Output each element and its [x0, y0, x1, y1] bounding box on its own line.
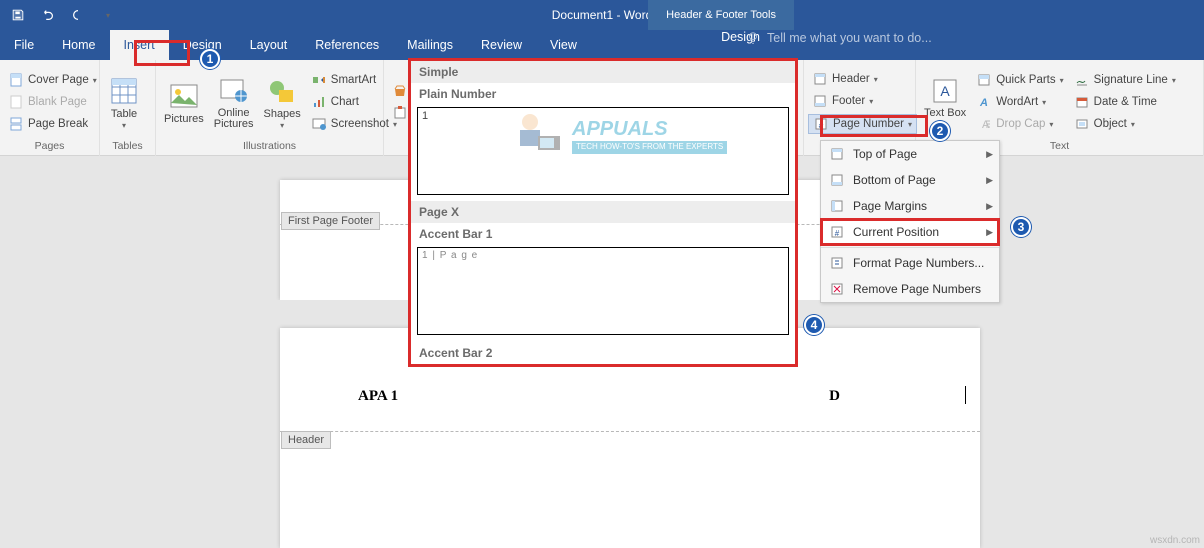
menu-page-margins[interactable]: Page Margins▶: [821, 193, 999, 219]
signature-line-button[interactable]: Signature Line▾: [1070, 71, 1180, 89]
quick-parts-icon: [976, 72, 992, 88]
apa-text: APA 1: [358, 388, 398, 405]
d-text: D: [829, 388, 840, 405]
online-pictures-button[interactable]: Online Pictures: [210, 64, 258, 140]
signature-icon: [1074, 72, 1090, 88]
header-icon: [812, 71, 828, 87]
tab-view[interactable]: View: [536, 30, 591, 60]
text-box-icon: A: [929, 75, 961, 107]
tab-file[interactable]: File: [0, 30, 48, 60]
drop-cap-icon: A: [976, 116, 992, 132]
page-number-button[interactable]: #Page Number▾: [808, 114, 917, 134]
blank-page-button[interactable]: Blank Page: [4, 93, 101, 111]
addins-icon: [392, 105, 408, 121]
wordart-icon: A: [976, 94, 992, 110]
table-icon: [108, 75, 140, 107]
ribbon-tabs: File Home Insert Design Layout Reference…: [0, 30, 1204, 60]
remove-numbers-icon: [829, 281, 845, 297]
marker-4: 4: [804, 315, 824, 335]
marker-3: 3: [1011, 217, 1031, 237]
gallery-section-pagex: Page X: [411, 201, 795, 223]
svg-text:A: A: [940, 83, 950, 99]
page-number-gallery: Simple Plain Number 1 Page X Accent Bar …: [408, 58, 798, 367]
shapes-icon: [266, 75, 298, 107]
tab-layout[interactable]: Layout: [236, 30, 302, 60]
table-button[interactable]: Table▾: [104, 64, 144, 140]
svg-text:#: #: [819, 121, 824, 130]
tab-mailings[interactable]: Mailings: [393, 30, 467, 60]
title-bar: ▾ Document1 - Word Header & Footer Tools: [0, 0, 1204, 30]
svg-text:#: #: [835, 229, 840, 238]
watermark-logo: APPUALS TECH HOW-TO'S FROM THE EXPERTS: [510, 108, 727, 164]
source-watermark: wsxdn.com: [1150, 535, 1200, 546]
gallery-item-plain-label: Plain Number: [411, 83, 795, 105]
quick-parts-button[interactable]: Quick Parts▾: [972, 71, 1067, 89]
bulb-icon: [745, 30, 761, 46]
menu-top-of-page[interactable]: Top of Page▶: [821, 141, 999, 167]
footer-icon: [812, 93, 828, 109]
app-title: Document1 - Word: [552, 8, 652, 22]
svg-text:A: A: [979, 97, 988, 109]
header-button[interactable]: Header▾: [808, 70, 917, 88]
date-icon: [1074, 94, 1090, 110]
page-number-menu: Top of Page▶ Bottom of Page▶ Page Margin…: [820, 140, 1000, 303]
wordart-button[interactable]: AWordArt▾: [972, 93, 1067, 111]
format-numbers-icon: [829, 255, 845, 271]
quick-access-toolbar: ▾: [0, 3, 126, 27]
first-page-footer-tag: First Page Footer: [281, 212, 380, 230]
screenshot-icon: [311, 116, 327, 132]
object-button[interactable]: Object▾: [1070, 115, 1180, 133]
current-position-icon: #: [829, 224, 845, 240]
group-pages: Cover Page▾ Blank Page Page Break Pages: [0, 60, 100, 156]
menu-remove-page-numbers[interactable]: Remove Page Numbers: [821, 276, 999, 302]
cover-page-button[interactable]: Cover Page▾: [4, 71, 101, 89]
group-illustrations: Pictures Online Pictures Shapes▾ SmartAr…: [156, 60, 384, 156]
online-pictures-icon: [218, 75, 250, 107]
page-break-icon: [8, 116, 24, 132]
undo-icon[interactable]: [36, 3, 60, 27]
menu-current-position[interactable]: #Current Position▶: [821, 219, 999, 245]
redo-icon[interactable]: [66, 3, 90, 27]
tab-review[interactable]: Review: [467, 30, 536, 60]
cartoon-icon: [510, 108, 566, 164]
tab-home[interactable]: Home: [48, 30, 109, 60]
page-margins-icon: [829, 198, 845, 214]
shapes-button[interactable]: Shapes▾: [259, 64, 304, 140]
header-tag: Header: [281, 431, 331, 449]
date-time-button[interactable]: Date & Time: [1070, 93, 1180, 111]
drop-cap-button[interactable]: ADrop Cap▾: [972, 115, 1067, 133]
menu-separator: [821, 247, 999, 248]
menu-bottom-of-page[interactable]: Bottom of Page▶: [821, 167, 999, 193]
gallery-item-accent2-label: Accent Bar 2: [411, 341, 795, 364]
gallery-section-simple: Simple: [411, 61, 795, 83]
page-bottom-icon: [829, 172, 845, 188]
smartart-icon: [311, 72, 327, 88]
tell-me[interactable]: Tell me what you want to do...: [745, 30, 932, 46]
menu-format-page-numbers[interactable]: Format Page Numbers...: [821, 250, 999, 276]
text-cursor: [965, 386, 966, 404]
pictures-icon: [168, 80, 200, 112]
gallery-item-accent1-label: Accent Bar 1: [411, 223, 795, 245]
gallery-item-accent1[interactable]: 1 | P a g e: [417, 247, 789, 335]
tab-references[interactable]: References: [301, 30, 393, 60]
store-icon: [392, 83, 408, 99]
group-tables: Table▾ Tables: [100, 60, 156, 156]
object-icon: [1074, 116, 1090, 132]
marker-2: 2: [930, 121, 950, 141]
marker-1: 1: [200, 49, 220, 69]
page-icon: [8, 72, 24, 88]
page-top-icon: [829, 146, 845, 162]
page-break-button[interactable]: Page Break: [4, 115, 101, 133]
pictures-button[interactable]: Pictures: [160, 64, 208, 140]
blank-page-icon: [8, 94, 24, 110]
save-icon[interactable]: [6, 3, 30, 27]
contextual-tab-title: Header & Footer Tools: [648, 0, 794, 30]
footer-button[interactable]: Footer▾: [808, 92, 917, 110]
qat-dropdown-icon[interactable]: ▾: [96, 3, 120, 27]
page-number-icon: #: [813, 116, 829, 132]
header-boundary: [280, 431, 980, 432]
tab-insert[interactable]: Insert: [110, 30, 169, 60]
chart-icon: [311, 94, 327, 110]
